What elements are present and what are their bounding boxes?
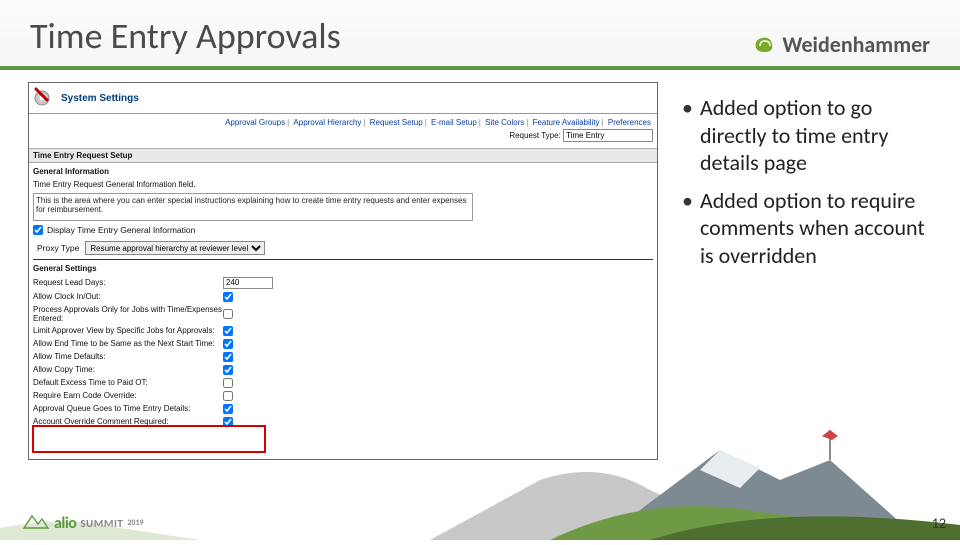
brand-logo: Weidenhammer xyxy=(752,31,930,58)
request-type-row: Request Type: xyxy=(29,127,657,146)
setting-checkbox[interactable] xyxy=(223,309,233,319)
alio-summit-logo: alio summit 2019 xyxy=(22,512,144,534)
setting-label: Request Lead Days: xyxy=(33,278,223,287)
brand-swirl-icon xyxy=(752,34,776,56)
logo-summit: summit xyxy=(80,517,123,530)
slide-header: Time Entry Approvals Weidenhammer xyxy=(0,0,960,70)
tab-links: Approval Groups| Approval Hierarchy| Req… xyxy=(29,114,657,127)
display-general-info-label: Display Time Entry General Information xyxy=(47,225,195,235)
tab-request-setup[interactable]: Request Setup xyxy=(370,118,423,127)
mountain-icon xyxy=(22,512,50,534)
setting-row: Default Excess Time to Paid OT: xyxy=(29,376,657,389)
slide-title: Time Entry Approvals xyxy=(30,14,341,58)
setting-checkbox[interactable] xyxy=(223,417,233,427)
setting-checkbox[interactable] xyxy=(223,352,233,362)
setting-text-input[interactable] xyxy=(223,277,273,289)
logo-year: 2019 xyxy=(127,518,143,528)
page-number: 12 xyxy=(932,515,946,532)
setting-row: Require Earn Code Override: xyxy=(29,389,657,402)
request-type-input[interactable] xyxy=(563,129,653,142)
display-general-info-checkbox[interactable] xyxy=(33,225,43,235)
setting-row: Allow Clock In/Out: xyxy=(29,290,657,303)
proxy-type-row: Proxy Type Resume approval hierarchy at … xyxy=(33,239,653,260)
setting-row: Allow End Time to be Same as the Next St… xyxy=(29,337,657,350)
setting-label: Allow Clock In/Out: xyxy=(33,292,223,301)
setting-label: Approval Queue Goes to Time Entry Detail… xyxy=(33,404,223,413)
gear-icon xyxy=(33,86,55,110)
tab-email-setup[interactable]: E-mail Setup xyxy=(431,118,477,127)
bullet-item: Added option to require comments when ac… xyxy=(678,187,940,270)
tab-preferences[interactable]: Preferences xyxy=(608,118,651,127)
section-time-entry-request-setup: Time Entry Request Setup xyxy=(29,148,657,163)
display-general-info-row: Display Time Entry General Information xyxy=(29,223,657,237)
logo-alio: alio xyxy=(54,514,76,533)
general-info-textarea[interactable]: This is the area where you can enter spe… xyxy=(33,193,473,221)
section-general-settings: General Settings xyxy=(29,260,657,275)
setting-label: Process Approvals Only for Jobs with Tim… xyxy=(33,305,223,323)
highlight-box xyxy=(32,425,266,453)
setting-checkbox[interactable] xyxy=(223,292,233,302)
setting-label: Require Earn Code Override: xyxy=(33,391,223,400)
setting-row: Allow Copy Time: xyxy=(29,363,657,376)
general-info-fieldlabel: Time Entry Request General Information f… xyxy=(29,178,657,191)
request-type-label: Request Type: xyxy=(509,131,560,140)
tab-site-colors[interactable]: Site Colors xyxy=(485,118,524,127)
general-settings-list: Request Lead Days: Allow Clock In/Out: Pro… xyxy=(29,275,657,428)
setting-row: Approval Queue Goes to Time Entry Detail… xyxy=(29,402,657,415)
setting-checkbox[interactable] xyxy=(223,339,233,349)
setting-label: Allow End Time to be Same as the Next St… xyxy=(33,339,223,348)
tab-approval-hierarchy[interactable]: Approval Hierarchy xyxy=(293,118,361,127)
setting-label: Account Override Comment Required: xyxy=(33,417,223,426)
setting-checkbox[interactable] xyxy=(223,404,233,414)
tab-approval-groups[interactable]: Approval Groups xyxy=(225,118,285,127)
app-screenshot: System Settings Approval Groups| Approva… xyxy=(28,82,658,460)
slide-body: System Settings Approval Groups| Approva… xyxy=(0,70,960,460)
system-settings-title: System Settings xyxy=(61,93,139,104)
bullet-list: Added option to go directly to time entr… xyxy=(678,82,940,460)
setting-row: Request Lead Days: xyxy=(29,275,657,290)
setting-row: Limit Approver View by Specific Jobs for… xyxy=(29,324,657,337)
setting-label: Limit Approver View by Specific Jobs for… xyxy=(33,326,223,335)
brand-text: Weidenhammer xyxy=(782,31,930,58)
setting-checkbox[interactable] xyxy=(223,391,233,401)
setting-row: Account Override Comment Required: xyxy=(29,415,657,428)
setting-checkbox[interactable] xyxy=(223,326,233,336)
setting-checkbox[interactable] xyxy=(223,378,233,388)
proxy-type-select[interactable]: Resume approval hierarchy at reviewer le… xyxy=(85,241,265,255)
setting-label: Allow Copy Time: xyxy=(33,365,223,374)
setting-label: Default Excess Time to Paid OT: xyxy=(33,378,223,387)
system-settings-header: System Settings xyxy=(29,83,657,114)
proxy-type-label: Proxy Type xyxy=(37,243,79,253)
tab-feature-availability[interactable]: Feature Availability xyxy=(533,118,600,127)
bullet-item: Added option to go directly to time entr… xyxy=(678,94,940,177)
setting-label: Allow Time Defaults: xyxy=(33,352,223,361)
setting-checkbox[interactable] xyxy=(223,365,233,375)
setting-row: Process Approvals Only for Jobs with Tim… xyxy=(29,303,657,324)
setting-row: Allow Time Defaults: xyxy=(29,350,657,363)
section-general-information: General Information xyxy=(29,163,657,178)
